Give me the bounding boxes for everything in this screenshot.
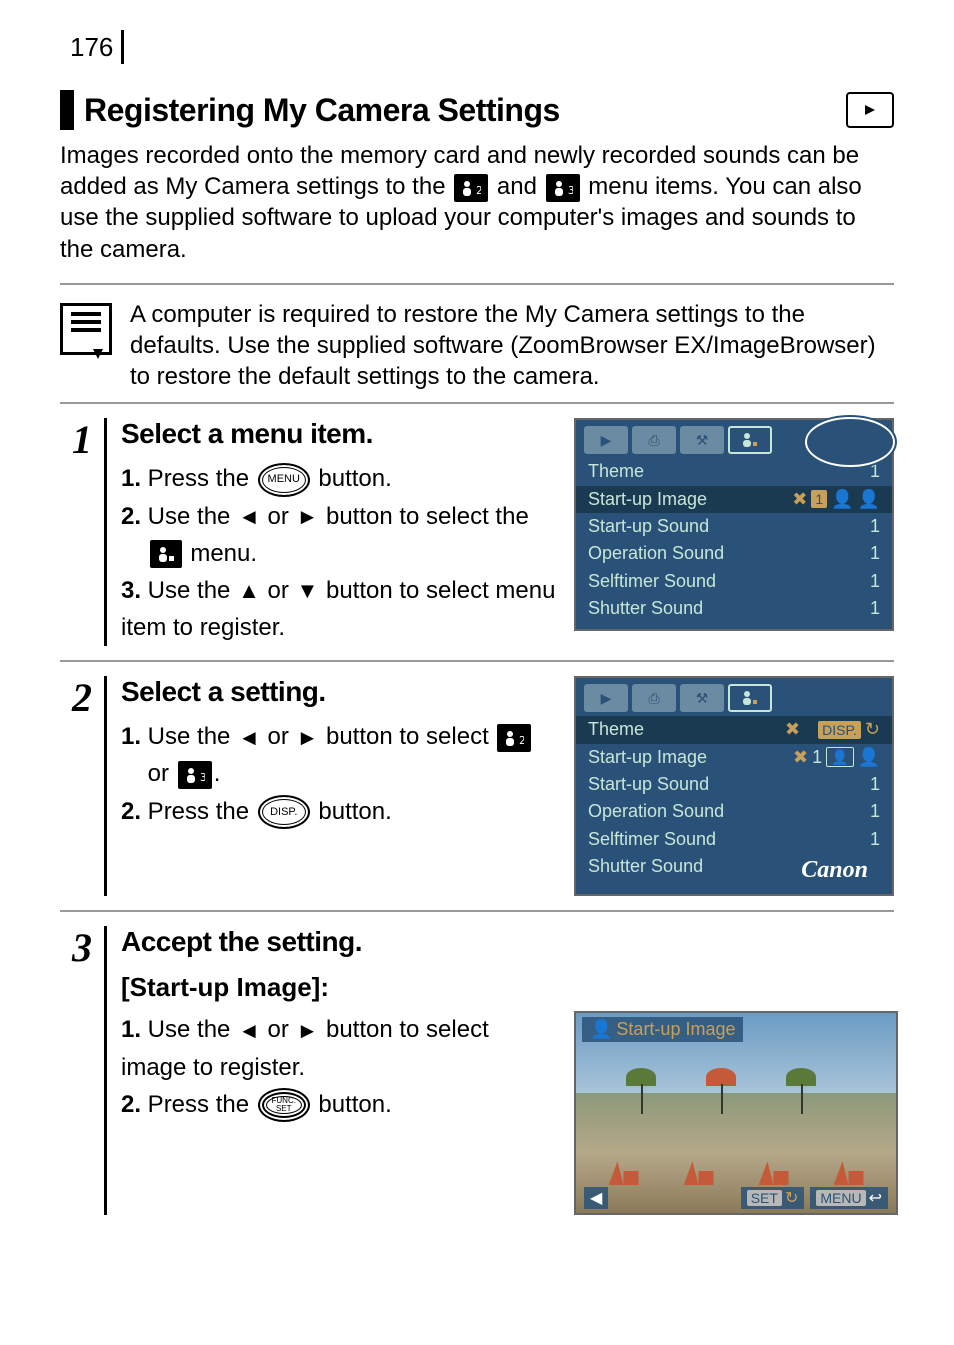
disp-button-icon: DISP. — [258, 795, 310, 829]
note-icon — [60, 303, 112, 355]
left-arrow-icon: ◄ — [238, 721, 260, 755]
svg-text:3: 3 — [200, 771, 205, 784]
step-instruction: 3. Use the ▲ or ▼ button to select menu … — [121, 572, 558, 646]
up-arrow-icon: ▲ — [238, 574, 260, 608]
right-arrow-icon: ► — [297, 721, 319, 755]
camera-screenshot-3: 👤Start-up Image ◀ SET↻ — [574, 1011, 898, 1215]
my-camera-2-icon: 2 — [497, 724, 531, 752]
page-title: Registering My Camera Settings — [84, 92, 836, 129]
intro-paragraph: Images recorded onto the memory card and… — [60, 140, 894, 265]
my-camera-menu-icon — [150, 540, 182, 568]
step-number: 2 — [72, 678, 92, 718]
my-camera-2-icon: 2 — [454, 174, 488, 202]
left-arrow-icon: ◄ — [238, 1014, 260, 1048]
svg-text:2: 2 — [476, 184, 481, 197]
cam-tab-play: ▶ — [584, 684, 628, 712]
step-3: 3 Accept the setting. [Start-up Image]: … — [60, 912, 894, 1229]
cam-tab-tools: ⚒ — [680, 684, 724, 712]
camera-screenshot-1: ▶ ⎙ ⚒ Theme1 Start-up Image✖1👤👤 Start-up… — [574, 418, 894, 630]
playback-mode-icon — [846, 92, 894, 128]
func-set-button-icon: FUNC. SET — [258, 1088, 310, 1122]
camera-screenshot-2: ▶ ⎙ ⚒ Theme✖ DISP.↻ Start-up Image✖ 1 👤👤… — [574, 676, 894, 896]
step-sub-heading: [Start-up Image]: — [121, 972, 894, 1003]
step-instruction: 2. Press the FUNC. SET button. — [121, 1086, 558, 1123]
menu-button-icon: MENU — [258, 463, 310, 497]
cam-tab-play: ▶ — [584, 426, 628, 454]
step-heading: Accept the setting. — [121, 926, 894, 958]
screenshot-left-nav: ◀ — [584, 1187, 608, 1209]
right-arrow-icon: ► — [297, 1014, 319, 1048]
step-instruction: 1. Use the ◄ or ► button to select image… — [121, 1011, 558, 1085]
my-camera-3-icon: 3 — [178, 761, 212, 789]
cam-tab-print: ⎙ — [632, 426, 676, 454]
down-arrow-icon: ▼ — [297, 574, 319, 608]
cam-tab-print: ⎙ — [632, 684, 676, 712]
right-arrow-icon: ► — [297, 500, 319, 534]
step-instruction: 1. Use the ◄ or ► button to select 2 or … — [121, 718, 558, 792]
screenshot-title: 👤Start-up Image — [582, 1017, 743, 1042]
svg-text:2: 2 — [519, 734, 524, 747]
left-arrow-icon: ◄ — [238, 500, 260, 534]
step-2: 2 Select a setting. 1. Use the ◄ or ► bu… — [60, 662, 894, 912]
screenshot-menu-hint: MENU↩ — [810, 1187, 888, 1209]
cam-tab-mycamera — [728, 684, 772, 712]
cam-tab-mycamera — [728, 426, 772, 454]
step-1: 1 Select a menu item. 1. Press the MENU … — [60, 404, 894, 662]
step-instruction: 2. Press the DISP. button. — [121, 793, 558, 830]
cam-tab-tools: ⚒ — [680, 426, 724, 454]
canon-logo: Canon — [801, 855, 880, 886]
step-instruction: 1. Press the MENU button. — [121, 460, 558, 497]
step-instruction: 2. Use the ◄ or ► button to select the m… — [121, 498, 558, 572]
my-camera-3-icon: 3 — [546, 174, 580, 202]
step-heading: Select a menu item. — [121, 418, 558, 450]
step-number: 3 — [72, 928, 92, 968]
svg-text:3: 3 — [568, 184, 573, 197]
step-heading: Select a setting. — [121, 676, 558, 708]
note-box: A computer is required to restore the My… — [60, 293, 894, 405]
page-number: 176 — [60, 30, 124, 64]
step-number: 1 — [72, 420, 92, 460]
title-accent-bar — [60, 90, 74, 130]
screenshot-set-hint: SET↻ — [741, 1187, 805, 1209]
note-text: A computer is required to restore the My… — [130, 299, 894, 393]
